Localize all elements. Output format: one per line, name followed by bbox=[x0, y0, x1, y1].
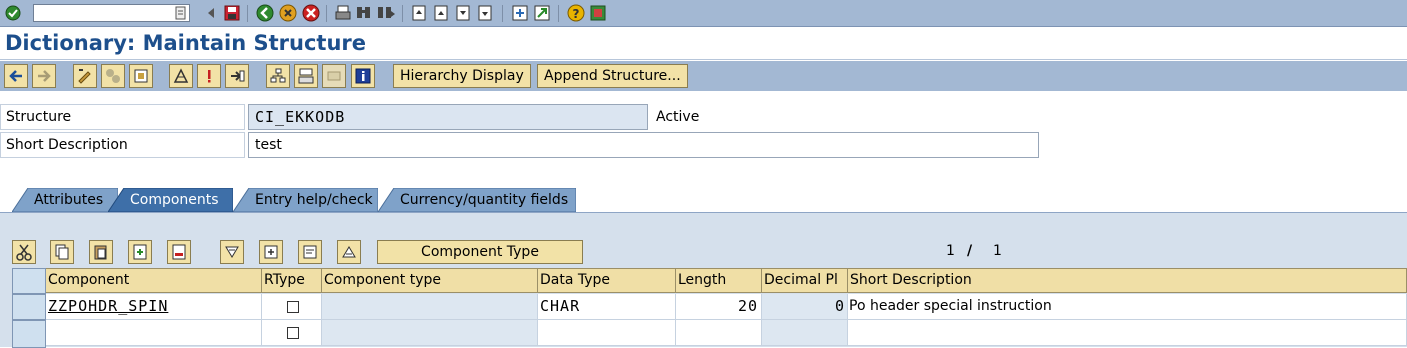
row-selector[interactable] bbox=[12, 320, 46, 348]
next-page-icon[interactable] bbox=[453, 3, 473, 23]
application-toolbar: Hierarchy Display Append Structure... bbox=[0, 61, 1407, 91]
delete-row-icon[interactable] bbox=[167, 240, 191, 264]
component-type-button[interactable]: Component Type bbox=[377, 240, 583, 264]
tab-entry-help-check-label: Entry help/check bbox=[255, 192, 373, 208]
move-icon[interactable] bbox=[298, 240, 322, 264]
cell-component-type[interactable] bbox=[322, 320, 538, 346]
tab-currency-quantity-fields-label: Currency/quantity fields bbox=[400, 192, 569, 208]
header-decimal-places[interactable]: Decimal Pl bbox=[762, 268, 848, 293]
command-field[interactable] bbox=[33, 4, 190, 22]
short-description-label: Short Description bbox=[0, 132, 245, 158]
cell-decimal-places[interactable]: 0 bbox=[762, 294, 848, 320]
cell-component[interactable]: ZZPOHDR_SPIN bbox=[46, 294, 262, 320]
header-component-type[interactable]: Component type bbox=[322, 268, 538, 293]
back-arrow-icon[interactable] bbox=[201, 3, 221, 23]
cell-component[interactable] bbox=[46, 320, 262, 346]
components-table: Component RType Component type Data Type… bbox=[12, 268, 1407, 348]
information-icon[interactable] bbox=[351, 64, 375, 88]
shortcut-icon[interactable] bbox=[532, 3, 552, 23]
tab-strip: Attributes Components Entry help/check C… bbox=[0, 168, 1407, 212]
print-icon[interactable] bbox=[322, 64, 346, 88]
structure-field: CI_EKKODB bbox=[248, 104, 648, 130]
forward-nav-icon[interactable] bbox=[32, 64, 56, 88]
cell-length[interactable] bbox=[676, 320, 762, 346]
cancel-icon[interactable] bbox=[301, 3, 321, 23]
header-short-description[interactable]: Short Description bbox=[848, 268, 1407, 293]
page-title: Dictionary: Maintain Structure bbox=[5, 31, 367, 55]
tab-components-label: Components bbox=[130, 192, 219, 208]
page-total: 1 bbox=[993, 243, 1002, 259]
cell-data-type[interactable]: CHAR bbox=[538, 294, 676, 320]
cell-short-description[interactable]: Po header special instruction bbox=[848, 294, 1407, 320]
active-inactive-icon[interactable] bbox=[101, 64, 125, 88]
first-page-icon[interactable] bbox=[409, 3, 429, 23]
cell-component-type[interactable] bbox=[322, 294, 538, 320]
layout-menu-icon[interactable] bbox=[588, 3, 608, 23]
object-list-icon[interactable] bbox=[266, 64, 290, 88]
paste-icon[interactable] bbox=[89, 240, 113, 264]
header-length[interactable]: Length bbox=[676, 268, 762, 293]
title-bar: Dictionary: Maintain Structure bbox=[0, 28, 1407, 60]
enter-icon[interactable] bbox=[3, 3, 23, 23]
system-toolbar: ? bbox=[0, 0, 1407, 27]
back-icon[interactable] bbox=[255, 3, 275, 23]
short-description-field[interactable]: test bbox=[248, 132, 1039, 158]
back-nav-icon[interactable] bbox=[4, 64, 28, 88]
navigation-window-icon[interactable] bbox=[294, 64, 318, 88]
components-panel: Component Type 1 / 1 Component RType Com… bbox=[0, 212, 1407, 348]
display-change-icon[interactable] bbox=[73, 64, 97, 88]
header-rtype[interactable]: RType bbox=[262, 268, 322, 293]
up-icon[interactable] bbox=[337, 240, 361, 264]
tab-attributes[interactable]: Attributes bbox=[12, 188, 118, 212]
select-block-icon[interactable] bbox=[259, 240, 283, 264]
help-icon[interactable]: ? bbox=[566, 3, 586, 23]
hierarchy-display-button[interactable]: Hierarchy Display bbox=[393, 64, 531, 88]
header-form: Structure CI_EKKODB Active Short Descrip… bbox=[0, 91, 1407, 168]
svg-text:?: ? bbox=[573, 7, 580, 21]
cell-rtype[interactable] bbox=[262, 320, 322, 346]
exit-icon[interactable] bbox=[278, 3, 298, 23]
tab-entry-help-check[interactable]: Entry help/check bbox=[233, 188, 378, 212]
save-icon[interactable] bbox=[222, 3, 242, 23]
create-session-icon[interactable] bbox=[510, 3, 530, 23]
find-next-icon[interactable] bbox=[376, 3, 396, 23]
status-text: Active bbox=[656, 109, 700, 125]
cell-decimal-places[interactable] bbox=[762, 320, 848, 346]
header-data-type[interactable]: Data Type bbox=[538, 268, 676, 293]
cell-rtype[interactable] bbox=[262, 294, 322, 320]
header-component[interactable]: Component bbox=[46, 268, 262, 293]
tab-attributes-label: Attributes bbox=[34, 192, 104, 208]
page-separator: / bbox=[967, 243, 973, 259]
tab-components[interactable]: Components bbox=[108, 188, 233, 212]
where-used-icon[interactable] bbox=[225, 64, 249, 88]
row-selector[interactable] bbox=[12, 294, 46, 320]
rtype-checkbox[interactable] bbox=[287, 301, 299, 313]
cell-short-description[interactable] bbox=[848, 320, 1407, 346]
find-icon[interactable] bbox=[354, 3, 374, 23]
previous-page-icon[interactable] bbox=[431, 3, 451, 23]
page-current: 1 bbox=[946, 243, 955, 259]
cut-icon[interactable] bbox=[12, 240, 36, 264]
command-dropdown-icon[interactable] bbox=[174, 5, 188, 21]
tab-currency-quantity-fields[interactable]: Currency/quantity fields bbox=[378, 188, 576, 212]
last-page-icon[interactable] bbox=[475, 3, 495, 23]
select-all-cell[interactable] bbox=[12, 268, 46, 294]
copy-icon[interactable] bbox=[50, 240, 74, 264]
activate-icon[interactable] bbox=[197, 64, 221, 88]
check-icon[interactable] bbox=[169, 64, 193, 88]
rtype-checkbox[interactable] bbox=[287, 327, 299, 339]
other-object-icon[interactable] bbox=[129, 64, 153, 88]
sort-icon[interactable] bbox=[220, 240, 244, 264]
structure-label: Structure bbox=[0, 104, 245, 130]
append-structure-button[interactable]: Append Structure... bbox=[537, 64, 688, 88]
print-icon[interactable] bbox=[333, 3, 353, 23]
insert-row-icon[interactable] bbox=[128, 240, 152, 264]
cell-data-type[interactable] bbox=[538, 320, 676, 346]
cell-length[interactable]: 20 bbox=[676, 294, 762, 320]
